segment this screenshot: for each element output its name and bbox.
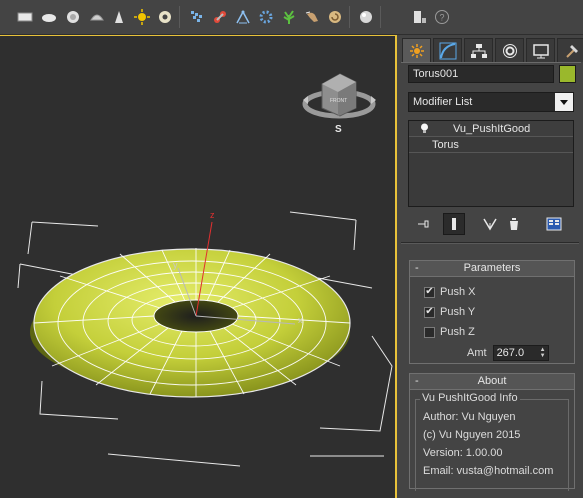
sphere-icon[interactable] (38, 6, 60, 28)
modify-tab[interactable] (433, 38, 462, 62)
amount-value: 267.0 (496, 347, 525, 359)
push-x-checkbox[interactable]: ✔ (424, 286, 435, 298)
teapot-icon[interactable] (62, 6, 84, 28)
stack-item-modifier-label: Vu_PushItGood (453, 123, 531, 135)
motion-tab[interactable] (495, 38, 524, 62)
toolbar-separator (380, 6, 381, 28)
modifier-stack[interactable]: Vu_PushItGood Torus (408, 120, 574, 207)
cone-icon[interactable] (86, 6, 108, 28)
about-version: Version: 1.00.00 (423, 447, 503, 459)
parameters-title: Parameters (463, 262, 521, 274)
parameters-rollout: - Parameters ✔ Push X ✔ Push Y Push Z Am… (409, 260, 575, 364)
motion-icon (502, 43, 517, 58)
bone-icon[interactable] (232, 6, 254, 28)
axis-x-label: x (298, 315, 303, 325)
help-icon[interactable]: ? (431, 6, 453, 28)
stack-item-base-object[interactable]: Torus (409, 137, 573, 153)
display-tab[interactable] (526, 38, 555, 62)
create-icon (409, 43, 424, 58)
push-y-label: Push Y (440, 306, 476, 318)
light-icon[interactable] (131, 6, 153, 28)
toolbar-separator (179, 6, 180, 28)
command-panel-tabs (402, 38, 583, 62)
about-author: Author: Vu Nguyen (423, 411, 516, 423)
command-panel: Torus001 Modifier List Vu_PushItGood Tor… (399, 35, 583, 498)
about-group-title: Vu PushItGood Info (420, 392, 520, 404)
object-color-swatch[interactable] (559, 65, 576, 83)
axis-z-label: z (210, 210, 215, 220)
configure-modifier-sets-icon[interactable] (543, 213, 565, 235)
push-y-checkbox-row[interactable]: ✔ Push Y (424, 305, 475, 319)
spinner-arrows-icon[interactable]: ▲ ▼ (538, 346, 548, 360)
toolbar-separator (349, 6, 350, 28)
about-email: Email: vusta@hotmail.com (423, 465, 554, 477)
collapse-icon[interactable]: - (415, 261, 419, 276)
about-rollout-header[interactable]: - About (410, 374, 574, 390)
material-ball-icon[interactable] (355, 6, 377, 28)
parameters-rollout-header[interactable]: - Parameters (410, 261, 574, 277)
push-z-checkbox-row[interactable]: Push Z (424, 325, 475, 339)
amount-label: Amt (467, 347, 487, 359)
viewcube[interactable]: FRONT S (302, 73, 376, 135)
divider (401, 242, 579, 244)
push-z-checkbox[interactable] (424, 326, 435, 338)
plant-icon[interactable] (278, 6, 300, 28)
axis-y-label: y (173, 260, 178, 270)
utilities-tab[interactable] (557, 38, 583, 62)
chevron-down-icon[interactable] (555, 93, 573, 111)
push-x-label: Push X (440, 286, 476, 298)
sun-icon[interactable] (108, 6, 130, 28)
display-icon (532, 43, 549, 58)
about-copyright: (c) Vu Nguyen 2015 (423, 429, 521, 441)
about-title: About (477, 375, 507, 387)
show-end-result-icon[interactable] (443, 213, 465, 235)
hierarchy-tab[interactable] (464, 38, 493, 62)
push-y-checkbox[interactable]: ✔ (424, 306, 435, 318)
particle-icon[interactable] (255, 6, 277, 28)
hierarchy-icon (470, 43, 487, 58)
perspective-viewport[interactable]: z y x FRONT S (0, 35, 397, 498)
stack-item-modifier[interactable]: Vu_PushItGood (409, 121, 573, 137)
viewport-canvas[interactable]: z y x FRONT S (0, 36, 397, 498)
spiral-icon[interactable] (324, 6, 346, 28)
grid-icon[interactable] (186, 6, 208, 28)
amount-row: Amt 267.0 ▲ ▼ (467, 345, 549, 361)
about-rollout: - About Vu PushItGood Info Author: Vu Ng… (409, 373, 575, 491)
stack-toolbar (413, 213, 573, 235)
amount-spinner-field[interactable]: 267.0 ▲ ▼ (492, 345, 549, 361)
torus-icon[interactable] (154, 6, 176, 28)
push-z-label: Push Z (440, 326, 475, 338)
link-icon[interactable] (209, 6, 231, 28)
create-tab[interactable] (402, 38, 431, 62)
hand-icon[interactable] (301, 6, 323, 28)
main-toolbar: ? (0, 0, 583, 35)
push-x-checkbox-row[interactable]: ✔ Push X (424, 285, 475, 299)
collapse-icon[interactable]: - (415, 374, 419, 389)
about-info-group: Vu PushItGood Info Author: Vu Nguyen (c)… (415, 392, 569, 491)
box-icon[interactable] (14, 6, 36, 28)
compass-south-label: S (335, 124, 342, 135)
hammer-icon (565, 44, 578, 58)
modifier-list-label: Modifier List (413, 96, 473, 108)
make-unique-icon[interactable] (479, 213, 501, 235)
stack-item-base-label: Torus (432, 139, 459, 151)
object-name-field[interactable]: Torus001 (408, 65, 554, 83)
pin-stack-icon[interactable] (413, 213, 435, 235)
layers-icon[interactable] (408, 6, 430, 28)
svg-text:?: ? (439, 13, 444, 23)
viewcube-front-label: FRONT (330, 98, 347, 104)
modify-icon (439, 42, 456, 59)
remove-modifier-icon[interactable] (503, 213, 525, 235)
modifier-list-dropdown[interactable]: Modifier List (408, 92, 574, 112)
